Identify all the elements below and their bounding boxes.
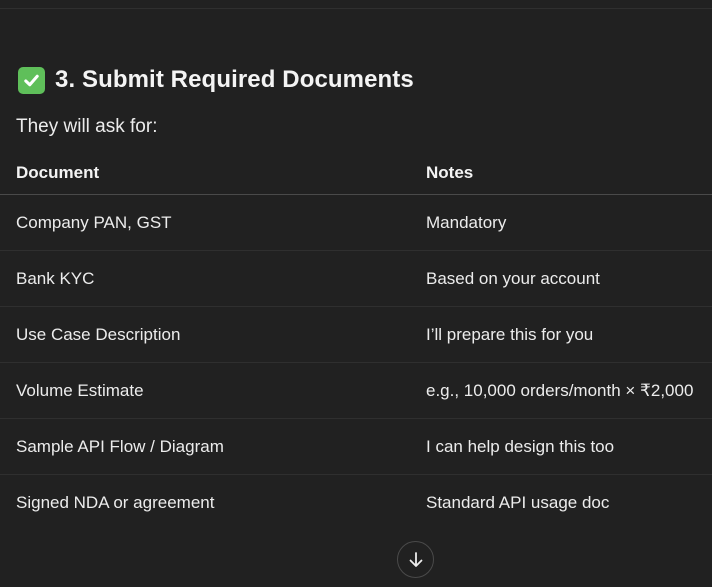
divider bbox=[0, 8, 712, 9]
document-cell: Company PAN, GST bbox=[0, 194, 426, 251]
section-heading: 3. Submit Required Documents bbox=[18, 64, 414, 96]
column-header-notes: Notes bbox=[426, 152, 712, 195]
table-row: Company PAN, GST Mandatory bbox=[0, 194, 712, 251]
arrow-down-icon bbox=[409, 551, 422, 567]
documents-table: Document Notes Company PAN, GST Mandator… bbox=[0, 152, 712, 530]
table-header-row: Document Notes bbox=[0, 152, 712, 195]
table-row: Bank KYC Based on your account bbox=[0, 250, 712, 307]
notes-cell: I can help design this too bbox=[426, 418, 712, 475]
table-row: Sample API Flow / Diagram I can help des… bbox=[0, 418, 712, 475]
check-mark-button-icon bbox=[18, 66, 45, 94]
intro-text: They will ask for: bbox=[16, 116, 158, 137]
notes-cell: Mandatory bbox=[426, 194, 712, 251]
column-header-document: Document bbox=[0, 152, 426, 195]
document-cell: Bank KYC bbox=[0, 250, 426, 307]
scroll-to-bottom-button[interactable] bbox=[397, 541, 434, 578]
notes-cell: Based on your account bbox=[426, 250, 712, 307]
table-row: Signed NDA or agreement Standard API usa… bbox=[0, 475, 712, 531]
notes-cell: e.g., 10,000 orders/month × ₹2,000 bbox=[426, 362, 712, 419]
section-title: 3. Submit Required Documents bbox=[55, 66, 414, 93]
notes-cell: Standard API usage doc bbox=[426, 492, 610, 512]
document-cell: Sample API Flow / Diagram bbox=[0, 418, 426, 475]
table-row: Use Case Description I’ll prepare this f… bbox=[0, 306, 712, 363]
document-cell: Volume Estimate bbox=[0, 362, 426, 419]
table-row: Volume Estimate e.g., 10,000 orders/mont… bbox=[0, 362, 712, 419]
document-cell: Signed NDA or agreement bbox=[16, 492, 215, 512]
document-cell: Use Case Description bbox=[0, 306, 426, 363]
notes-cell: I’ll prepare this for you bbox=[426, 306, 712, 363]
